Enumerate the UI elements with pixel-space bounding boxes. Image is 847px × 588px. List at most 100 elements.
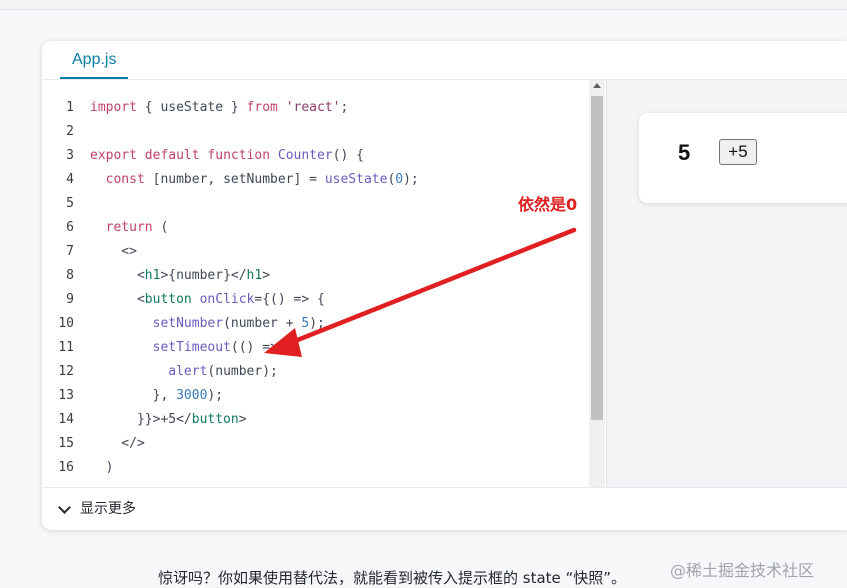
- code-line: 15 </>: [42, 432, 602, 456]
- code-token: }}>+5</: [90, 412, 192, 427]
- line-number: 2: [66, 124, 74, 139]
- code-token: (number);: [207, 364, 278, 379]
- annotation-text: 依然是0: [518, 195, 578, 214]
- line-number: 10: [58, 316, 74, 331]
- line-number: 13: [58, 388, 74, 403]
- code-line: 10 setNumber(number + 5);: [42, 312, 602, 336]
- code-token: ={() => {: [254, 292, 325, 307]
- line-number: 1: [66, 100, 74, 115]
- code-token: button: [191, 412, 239, 427]
- code-line: 14 }}>+5</button>: [42, 408, 602, 432]
- code-line: 2: [42, 120, 602, 144]
- code-token: function: [207, 148, 271, 163]
- code-line: 4 const [number, setNumber] = useState(0…: [42, 168, 602, 192]
- code-token: h1: [144, 268, 161, 283]
- code-line: 12 alert(number);: [42, 360, 602, 384]
- code-token: );: [207, 388, 224, 403]
- code-token: [number, setNumber] =: [144, 172, 325, 187]
- code-token: 'react': [285, 100, 341, 115]
- code-editor[interactable]: 1 import { useState } from 'react'; 2 3 expo…: [42, 80, 606, 527]
- code-token: </>: [90, 436, 145, 451]
- code-token: button: [144, 292, 192, 307]
- code-token: <>: [90, 244, 137, 259]
- code-line: 11 setTimeout(() => {: [42, 336, 602, 360]
- code-token: ;: [340, 100, 349, 115]
- code-token: (: [152, 220, 169, 235]
- preview-pane: 5 +5: [606, 80, 847, 527]
- code-token: import: [90, 100, 137, 115]
- preview-number: 5: [678, 140, 691, 165]
- scrollbar-thumb[interactable]: [591, 96, 603, 420]
- code-line: 3 export default function Counter() {: [42, 144, 602, 168]
- line-number: 12: [58, 364, 74, 379]
- file-tab-bar: App.js: [42, 41, 847, 80]
- code-token: default: [144, 148, 200, 163]
- watermark: @稀土掘金技术社区: [670, 561, 815, 580]
- code-token: >: [262, 268, 271, 283]
- code-token: { useState }: [136, 100, 247, 115]
- code-token: },: [90, 388, 177, 403]
- show-more-bar[interactable]: 显示更多: [42, 487, 847, 530]
- line-number: 9: [66, 292, 74, 307]
- line-number: 5: [66, 196, 74, 211]
- code-token: return: [105, 220, 153, 235]
- line-number: 4: [66, 172, 74, 187]
- code-token: setNumber: [152, 316, 224, 331]
- code-token: 0: [395, 172, 404, 187]
- code-token: from: [246, 100, 278, 115]
- preview-card: 5 +5: [639, 113, 847, 203]
- top-divider: [0, 0, 847, 10]
- line-number: 8: [66, 268, 74, 283]
- code-token: (number +: [223, 316, 302, 331]
- line-number: 3: [66, 148, 74, 163]
- code-token: ): [90, 460, 114, 475]
- line-number: 11: [58, 340, 74, 355]
- code-line: 1 import { useState } from 'react';: [42, 96, 602, 120]
- code-line: 8 <h1>{number}</h1>: [42, 264, 602, 288]
- code-line: 6 return (: [42, 216, 602, 240]
- line-number: 14: [58, 412, 74, 427]
- show-more-label: 显示更多: [80, 501, 136, 517]
- code-token: Counter: [277, 148, 333, 163]
- code-line: 7 <>: [42, 240, 602, 264]
- code-line: 16 ): [42, 456, 602, 480]
- code-token: export: [90, 148, 137, 163]
- code-token: () {: [332, 148, 364, 163]
- code-token: setTimeout: [152, 340, 231, 355]
- scroll-up-icon[interactable]: [593, 83, 601, 88]
- code-token: alert: [168, 364, 208, 379]
- code-line: 13 }, 3000);: [42, 384, 602, 408]
- line-number: 16: [58, 460, 74, 475]
- code-token: );: [403, 172, 419, 187]
- code-token: );: [309, 316, 325, 331]
- line-number: 15: [58, 436, 74, 451]
- code-token: onClick: [199, 292, 255, 307]
- chevron-down-icon: [58, 501, 71, 514]
- code-token: (() => {: [230, 340, 294, 355]
- code-token: >: [238, 412, 247, 427]
- code-token: 3000: [176, 388, 208, 403]
- line-number: 6: [66, 220, 74, 235]
- code-lines: 1 import { useState } from 'react'; 2 3 expo…: [42, 96, 602, 480]
- code-token: useState: [324, 172, 388, 187]
- add-five-button[interactable]: +5: [719, 139, 757, 165]
- code-token: >{number}</: [160, 268, 247, 283]
- code-token: 5: [301, 316, 310, 331]
- code-token: h1: [246, 268, 263, 283]
- code-token: <: [90, 268, 145, 283]
- editor-scrollbar[interactable]: [589, 80, 605, 527]
- line-number: 7: [66, 244, 74, 259]
- code-token: const: [105, 172, 145, 187]
- sandpack-card: App.js 1 import { useState } from 'react'…: [42, 41, 847, 530]
- tab-app-js[interactable]: App.js: [60, 41, 129, 79]
- code-token: <: [90, 292, 145, 307]
